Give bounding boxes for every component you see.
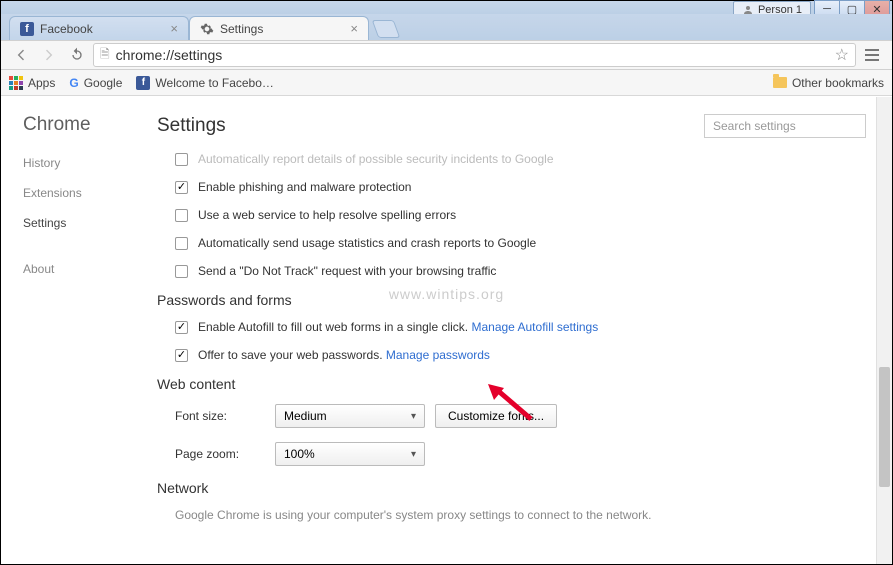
bookmark-facebook-welcome[interactable]: f Welcome to Facebo… xyxy=(136,76,274,90)
checkbox-usage-stats[interactable] xyxy=(175,237,188,250)
checkbox-dnt[interactable] xyxy=(175,265,188,278)
tab-close-icon[interactable]: × xyxy=(170,21,178,36)
checkbox-phishing[interactable] xyxy=(175,181,188,194)
checkbox-spelling[interactable] xyxy=(175,209,188,222)
page-icon: 🗎 xyxy=(100,45,110,66)
reload-button[interactable] xyxy=(65,43,89,67)
page-zoom-value: 100% xyxy=(284,447,315,461)
option-save-passwords: Offer to save your web passwords. Manage… xyxy=(175,348,866,362)
font-size-value: Medium xyxy=(284,409,327,423)
settings-sidebar: Chrome History Extensions Settings About xyxy=(1,96,131,564)
option-label: Automatically report details of possible… xyxy=(198,152,554,166)
settings-main: Settings Search settings Automatically r… xyxy=(131,96,892,564)
tab-facebook[interactable]: f Facebook × xyxy=(9,16,189,40)
option-dnt: Send a "Do Not Track" request with your … xyxy=(175,264,866,278)
option-usage-stats: Automatically send usage statistics and … xyxy=(175,236,866,250)
page-content: Chrome History Extensions Settings About… xyxy=(1,96,892,564)
menu-button[interactable] xyxy=(860,43,884,67)
bookmark-label: Other bookmarks xyxy=(792,76,884,90)
folder-icon xyxy=(773,77,787,88)
tab-title: Settings xyxy=(220,22,263,36)
bookmark-google[interactable]: G Google xyxy=(69,76,122,90)
sidebar-item-settings[interactable]: Settings xyxy=(23,216,131,230)
gear-icon xyxy=(200,22,214,36)
sidebar-item-extensions[interactable]: Extensions xyxy=(23,186,131,200)
scrollbar-thumb[interactable] xyxy=(879,367,890,487)
customize-fonts-label: Customize fonts... xyxy=(448,409,544,423)
search-settings-input[interactable]: Search settings xyxy=(704,114,866,138)
new-tab-button[interactable] xyxy=(372,20,401,38)
section-network: Network xyxy=(157,480,866,496)
sidebar-item-history[interactable]: History xyxy=(23,156,131,170)
sidebar-item-about[interactable]: About xyxy=(23,262,131,276)
option-label: Send a "Do Not Track" request with your … xyxy=(198,264,496,278)
font-size-select[interactable]: Medium xyxy=(275,404,425,428)
google-icon: G xyxy=(69,76,78,90)
checkbox-save-passwords[interactable] xyxy=(175,349,188,362)
row-page-zoom: Page zoom: 100% xyxy=(175,442,866,466)
option-label: Use a web service to help resolve spelli… xyxy=(198,208,456,222)
address-bar[interactable]: 🗎 chrome://settings ☆ xyxy=(93,43,856,67)
section-passwords-forms: Passwords and forms xyxy=(157,292,866,308)
apps-shortcut[interactable]: Apps xyxy=(9,76,55,90)
url-text: chrome://settings xyxy=(116,47,829,63)
page-title: Settings xyxy=(157,115,226,137)
browser-toolbar: 🗎 chrome://settings ☆ xyxy=(1,40,892,70)
page-zoom-select[interactable]: 100% xyxy=(275,442,425,466)
section-web-content: Web content xyxy=(157,376,866,392)
search-placeholder: Search settings xyxy=(713,119,796,133)
facebook-icon: f xyxy=(20,22,34,36)
tab-title: Facebook xyxy=(40,22,93,36)
link-manage-autofill[interactable]: Manage Autofill settings xyxy=(471,320,598,334)
bookmark-label: Welcome to Facebo… xyxy=(155,76,274,90)
bookmark-star-icon[interactable]: ☆ xyxy=(835,45,849,65)
tab-settings[interactable]: Settings × xyxy=(189,16,369,40)
checkbox-autofill[interactable] xyxy=(175,321,188,334)
apps-icon xyxy=(9,76,23,90)
back-button[interactable] xyxy=(9,43,33,67)
vertical-scrollbar[interactable] xyxy=(876,97,892,564)
tab-strip: f Facebook × Settings × xyxy=(1,14,892,40)
network-description: Google Chrome is using your computer's s… xyxy=(175,508,866,522)
option-label: Offer to save your web passwords. xyxy=(198,348,386,362)
option-label: Automatically send usage statistics and … xyxy=(198,236,536,250)
option-spelling: Use a web service to help resolve spelli… xyxy=(175,208,866,222)
page-zoom-label: Page zoom: xyxy=(175,447,275,461)
forward-button[interactable] xyxy=(37,43,61,67)
apps-label: Apps xyxy=(28,76,55,90)
checkbox-auto-report[interactable] xyxy=(175,153,188,166)
option-label: Enable phishing and malware protection xyxy=(198,180,411,194)
window-titlebar: Person 1 ─ ▢ ✕ xyxy=(1,1,892,14)
other-bookmarks[interactable]: Other bookmarks xyxy=(773,76,884,90)
sidebar-brand: Chrome xyxy=(23,114,131,136)
option-phishing: Enable phishing and malware protection xyxy=(175,180,866,194)
link-manage-passwords[interactable]: Manage passwords xyxy=(386,348,490,362)
tab-close-icon[interactable]: × xyxy=(350,21,358,36)
bookmarks-bar: Apps G Google f Welcome to Facebo… Other… xyxy=(1,70,892,96)
row-font-size: Font size: Medium Customize fonts... xyxy=(175,404,866,428)
font-size-label: Font size: xyxy=(175,409,275,423)
option-auto-report: Automatically report details of possible… xyxy=(175,152,866,166)
bookmark-label: Google xyxy=(84,76,123,90)
option-autofill: Enable Autofill to fill out web forms in… xyxy=(175,320,866,334)
option-label: Enable Autofill to fill out web forms in… xyxy=(198,320,471,334)
facebook-icon: f xyxy=(136,76,150,90)
customize-fonts-button[interactable]: Customize fonts... xyxy=(435,404,557,428)
